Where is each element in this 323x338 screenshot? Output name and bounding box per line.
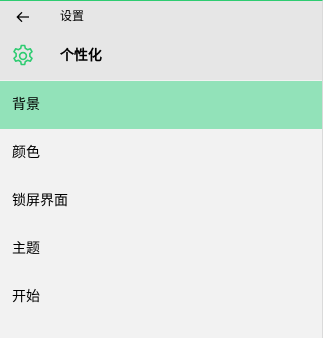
nav-item-colors[interactable]: 颜色 bbox=[0, 129, 322, 177]
page-header: 个性化 bbox=[0, 32, 322, 80]
nav-item-start[interactable]: 开始 bbox=[0, 273, 322, 321]
nav-item-label: 背景 bbox=[12, 97, 40, 113]
nav-item-label: 开始 bbox=[12, 289, 40, 305]
nav-item-themes[interactable]: 主题 bbox=[0, 225, 322, 273]
window-title: 设置 bbox=[60, 9, 85, 23]
nav-item-background[interactable]: 背景 bbox=[0, 81, 322, 129]
nav-item-label: 主题 bbox=[12, 241, 40, 257]
settings-window: 设置 个性化 背景 颜色 锁屏界面 主题 开始 bbox=[0, 0, 323, 338]
gear-icon bbox=[11, 44, 35, 68]
nav-item-label: 锁屏界面 bbox=[12, 193, 68, 209]
nav-item-lock-screen[interactable]: 锁屏界面 bbox=[0, 177, 322, 225]
back-arrow-icon bbox=[16, 11, 30, 23]
page-title: 个性化 bbox=[60, 48, 102, 64]
nav-item-label: 颜色 bbox=[12, 145, 40, 161]
back-button[interactable] bbox=[8, 5, 38, 29]
title-bar: 设置 bbox=[0, 1, 322, 32]
personalization-nav: 背景 颜色 锁屏界面 主题 开始 bbox=[0, 81, 322, 321]
